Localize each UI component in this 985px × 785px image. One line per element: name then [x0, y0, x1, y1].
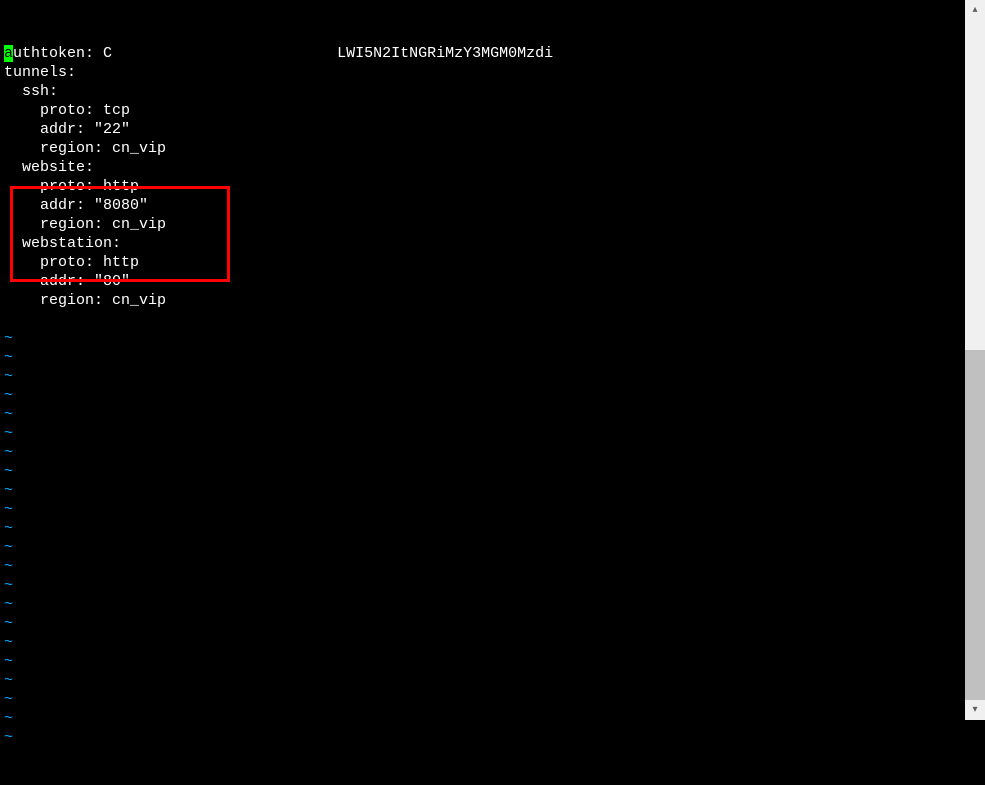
vim-tilde-line: ~: [4, 690, 961, 709]
vim-tilde-line: ~: [4, 500, 961, 519]
vim-tilde-line: ~: [4, 595, 961, 614]
vim-tilde-line: ~: [4, 405, 961, 424]
vim-tilde-line: ~: [4, 329, 961, 348]
vim-tilde-line: ~: [4, 519, 961, 538]
editor-line: authtoken: C█████████████████████████LWI…: [4, 44, 961, 63]
editor-line: tunnels:: [4, 63, 961, 82]
line-text: uthtoken: C: [13, 45, 112, 62]
editor-line: region: cn_vip: [4, 291, 961, 310]
vim-tilde-line: ~: [4, 538, 961, 557]
editor-line: region: cn_vip: [4, 139, 961, 158]
scroll-down-button[interactable]: ▾: [965, 700, 985, 720]
vim-tilde-line: ~: [4, 633, 961, 652]
vim-tilde-line: ~: [4, 443, 961, 462]
vim-tilde-line: ~: [4, 481, 961, 500]
vim-tilde-line: ~: [4, 652, 961, 671]
editor-line: region: cn_vip: [4, 215, 961, 234]
editor-line: proto: http: [4, 177, 961, 196]
editor-line: ssh:: [4, 82, 961, 101]
editor-line: proto: http: [4, 253, 961, 272]
editor-line: addr: "80": [4, 272, 961, 291]
vim-tilde-line: ~: [4, 728, 961, 747]
line-text: LWI5N2ItNGRiMzY3MGM0Mzdi: [337, 45, 553, 62]
vim-tilde-line: ~: [4, 709, 961, 728]
editor-line: webstation:: [4, 234, 961, 253]
vim-tilde-line: ~: [4, 462, 961, 481]
cursor: a: [4, 45, 13, 62]
terminal-editor[interactable]: authtoken: C█████████████████████████LWI…: [0, 0, 965, 720]
vim-tilde-line: ~: [4, 367, 961, 386]
editor-line: addr: "8080": [4, 196, 961, 215]
editor-line: addr: "22": [4, 120, 961, 139]
vim-tilde-line: ~: [4, 386, 961, 405]
vim-tilde-line: ~: [4, 348, 961, 367]
scroll-up-button[interactable]: ▴: [965, 0, 985, 20]
editor-line: [4, 310, 961, 329]
vim-tilde-line: ~: [4, 576, 961, 595]
vim-tilde-line: ~: [4, 614, 961, 633]
vim-tilde-line: ~: [4, 424, 961, 443]
scroll-thumb[interactable]: [965, 350, 985, 700]
vim-tilde-line: ~: [4, 671, 961, 690]
editor-line: proto: tcp: [4, 101, 961, 120]
editor-line: website:: [4, 158, 961, 177]
vim-tilde-line: ~: [4, 557, 961, 576]
vertical-scrollbar[interactable]: ▴ ▾: [965, 0, 985, 720]
redacted-token: █████████████████████████: [112, 45, 337, 62]
